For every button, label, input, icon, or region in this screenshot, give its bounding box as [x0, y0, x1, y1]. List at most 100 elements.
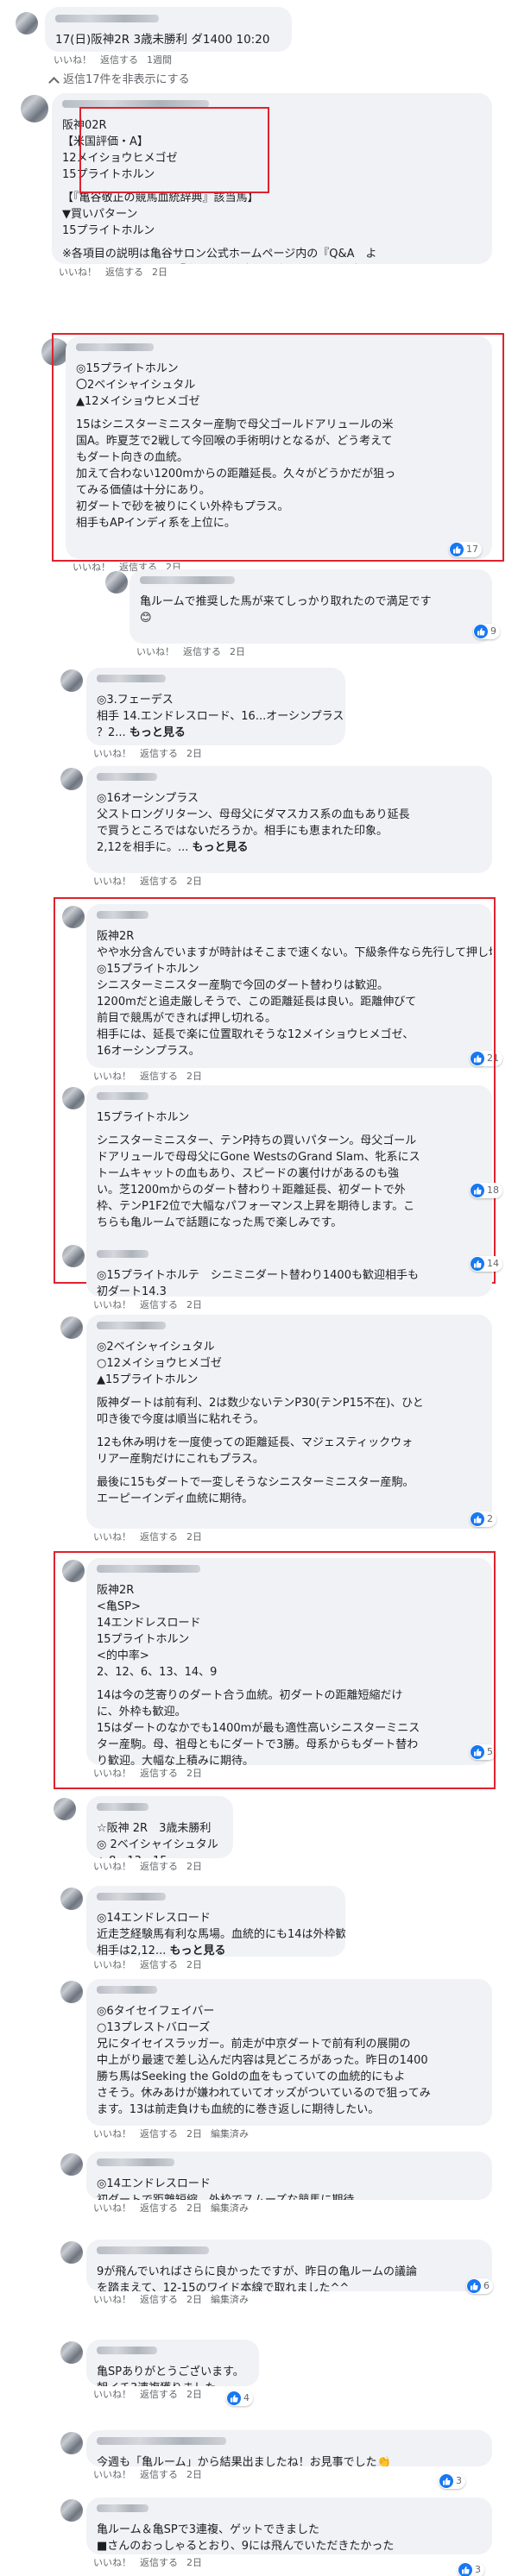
like-link[interactable]: いいね！ — [93, 1298, 131, 1312]
commenter-name[interactable] — [97, 773, 157, 781]
like-link[interactable]: いいね！ — [136, 645, 174, 659]
commenter-name[interactable] — [97, 2158, 174, 2166]
commenter-name[interactable] — [97, 2246, 209, 2254]
reaction-count[interactable]: 4 — [226, 2391, 253, 2406]
reaction-count[interactable]: 3 — [458, 2562, 484, 2576]
like-link[interactable]: いいね！ — [93, 1530, 131, 1544]
reply-link[interactable]: 返信する — [140, 875, 178, 889]
like-link[interactable]: いいね！ — [93, 2293, 131, 2307]
comment-line: 勝ち馬はSeeking the Goldの血をもっていての血統的にもよ — [97, 2070, 406, 2083]
timestamp: 2日 — [186, 1861, 202, 1872]
comment-line: シニスターミニスター、テンP持ちの買いパターン。母父ゴール — [97, 1134, 417, 1147]
hide-replies-toggle[interactable]: 返信17件を非表示にする — [48, 72, 190, 89]
avatar[interactable] — [16, 12, 38, 35]
avatar[interactable] — [60, 768, 83, 790]
top-comment-text: 17(日)阪神2R 3歳未勝利 ダ1400 10:20 — [55, 32, 270, 47]
like-link[interactable]: いいね！ — [73, 561, 111, 575]
comment-bubble: 亀ルーム＆亀SPで3連複、ゲットできました ■さんのおっしゃるとおり、9には飛んで… — [86, 2497, 492, 2554]
like-link[interactable]: いいね！ — [93, 875, 131, 889]
reply-link[interactable]: 返信する — [140, 2388, 178, 2402]
commenter-name[interactable] — [97, 675, 166, 682]
reply-link[interactable]: 返信する — [140, 2293, 178, 2307]
like-link[interactable]: いいね！ — [93, 747, 131, 761]
comment-line: ※各項目の説明は亀谷サロン公式ホームページ内の『Q&A よ — [62, 247, 377, 261]
like-link[interactable]: いいね！ — [93, 1958, 131, 1972]
comment-text: ◎15プライトホルテ シニミニダート替わり1400も歓迎相手も 初ダート14.3 — [97, 1267, 482, 1297]
avatar[interactable] — [60, 669, 83, 692]
reply-link[interactable]: 返信する — [140, 2127, 178, 2141]
reply-link[interactable]: 返信する — [140, 2202, 178, 2215]
comment-text: ◎6タイセイフェイバー ○13プレストバローズ 兄にタイセイスラッガー。前走が中京ダ… — [97, 2003, 482, 2118]
avatar[interactable] — [60, 1888, 83, 1910]
reply-link[interactable]: 返信する — [140, 2556, 178, 2570]
reaction-count[interactable]: 2 — [470, 1511, 496, 1527]
commenter-name[interactable] — [97, 2437, 226, 2445]
like-link[interactable]: いいね！ — [93, 2468, 131, 2482]
commenter-name[interactable] — [140, 576, 235, 584]
comment-bubble: 亀ルームで推奨した馬が来てしっかり取れたので満足です 😊 — [130, 569, 492, 644]
like-link[interactable]: いいね！ — [93, 2202, 131, 2215]
avatar[interactable] — [54, 1798, 76, 1820]
comment-line: ■さんのおっしゃるとおり、9には飛んでいただきたかった — [97, 2539, 395, 2553]
commenter-name[interactable] — [55, 15, 159, 22]
avatar[interactable] — [60, 2241, 83, 2264]
commenter-name[interactable] — [97, 1250, 148, 1258]
reply-link[interactable]: 返信する — [140, 1298, 178, 1312]
like-link[interactable]: いいね！ — [93, 2127, 131, 2141]
comment-line-with-more: 2,12を相手に。... もっと見る — [97, 839, 482, 856]
comment-line: で買うところではないだろうか。相手にも恵まれた印象。 — [97, 824, 388, 838]
reaction-count[interactable]: 9 — [473, 624, 500, 639]
reaction-count[interactable]: 3 — [439, 2473, 465, 2489]
timestamp: 1週間 — [147, 54, 172, 66]
avatar[interactable] — [62, 1087, 85, 1109]
comment-line-with-more: 相手は2,12... もっと見る — [97, 1943, 335, 1957]
comment-line: ？2... — [97, 726, 126, 739]
like-link[interactable]: いいね！ — [93, 1860, 131, 1874]
comment-line: ◎ 2ベイシャイシュタル — [97, 1838, 218, 1851]
like-thumb-icon — [471, 1512, 484, 1526]
comment-actions: いいね！ 返信する 2日 — [136, 645, 245, 659]
see-more-link[interactable]: もっと見る — [192, 841, 248, 854]
comment-line-with-more: ？2... もっと見る — [97, 725, 335, 741]
avatar[interactable] — [60, 2432, 83, 2454]
reaction-count[interactable]: 6 — [466, 2278, 493, 2294]
commenter-name[interactable] — [97, 1893, 166, 1901]
avatar[interactable] — [62, 1245, 85, 1267]
see-more-link[interactable]: もっと見る — [130, 726, 186, 739]
avatar[interactable] — [60, 2153, 83, 2176]
avatar[interactable] — [21, 95, 48, 123]
avatar[interactable] — [105, 571, 128, 594]
comment-line: い。芝1200mからのダート替わり＋距離延長、初ダートで外 — [97, 1183, 406, 1197]
see-more-link[interactable]: もっと見る — [169, 1945, 225, 1957]
commenter-name[interactable] — [97, 1092, 148, 1100]
commenter-name[interactable] — [97, 1986, 157, 1994]
reply-link[interactable]: 返信する — [140, 2468, 178, 2482]
commenter-name[interactable] — [97, 1803, 148, 1811]
avatar[interactable] — [60, 2341, 83, 2364]
avatar[interactable] — [60, 2499, 83, 2522]
reaction-count[interactable]: 14 — [470, 1256, 502, 1272]
like-link[interactable]: いいね！ — [93, 2388, 131, 2402]
reply-link[interactable]: 返信する — [105, 266, 143, 280]
like-link[interactable]: いいね！ — [93, 2556, 131, 2570]
comment-actions: いいね！ 返信する 2日 — [93, 1860, 202, 1874]
comment-line: 中上がり最速で差し込んだ内容は見どころがあった。昨日の1400 — [97, 2053, 428, 2067]
like-link[interactable]: いいね！ — [59, 266, 97, 280]
commenter-name[interactable] — [97, 2347, 157, 2354]
comment-line: 12も休み明けを一度使っての距離延長、マジェスティックウォ — [97, 1436, 414, 1449]
reply-link[interactable]: 返信する — [140, 1530, 178, 1544]
avatar[interactable] — [60, 1316, 83, 1339]
reply-link[interactable]: 返信する — [140, 1958, 178, 1972]
commenter-name[interactable] — [97, 1322, 166, 1329]
reply-link[interactable]: 返信する — [140, 747, 178, 761]
avatar[interactable] — [60, 1981, 83, 2003]
reaction-count[interactable]: 18 — [470, 1183, 502, 1198]
timestamp: 2日 — [230, 646, 245, 657]
reaction-number: 6 — [483, 2280, 490, 2292]
commenter-name[interactable] — [97, 2504, 148, 2512]
reply-link[interactable]: 返信する — [140, 1860, 178, 1874]
reply-link[interactable]: 返信する — [100, 53, 138, 67]
like-link[interactable]: いいね！ — [54, 53, 92, 67]
highlight-box — [52, 333, 504, 562]
reply-link[interactable]: 返信する — [183, 645, 221, 659]
